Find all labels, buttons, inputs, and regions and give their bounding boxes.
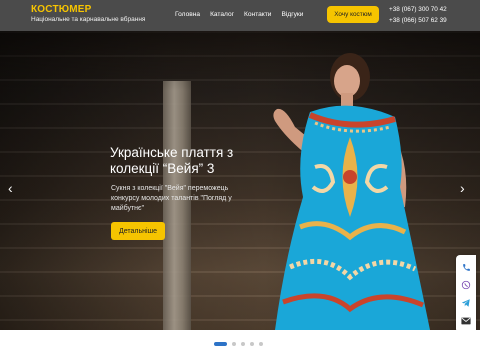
email-icon[interactable] [460,315,472,327]
logo-title[interactable]: КОСТЮМЕР [31,4,92,15]
phone-list: +38 (067) 300 70 42 +38 (066) 507 62 39 [389,4,447,26]
model-photo [273,53,430,330]
telegram-icon[interactable] [460,297,472,309]
slide-description: Сукня з колекції "Вейя" переможець конку… [111,185,232,212]
phone-number-2[interactable]: +38 (066) 507 62 39 [389,15,447,26]
hero-slider: Українське плаття з колекції “Вейя” 3 Су… [0,31,480,330]
phone-number-1[interactable]: +38 (067) 300 70 42 [389,4,447,15]
carousel-dots [214,342,263,346]
nav-item-contacts[interactable]: Контакти [244,11,271,18]
phone-icon[interactable] [460,261,472,273]
nav-item-home[interactable]: Головна [175,11,200,18]
details-button[interactable]: Детальніше [111,222,165,240]
carousel-dot[interactable] [214,342,227,346]
next-slide-icon[interactable]: › [460,181,465,195]
slide-title-line-1: Українське плаття з [110,145,234,160]
carousel-dot[interactable] [259,342,263,346]
logo-subtitle: Національне та карнавальне вбрання [31,16,146,23]
want-costume-button[interactable]: Хочу костюм [327,6,379,23]
nav-item-catalog[interactable]: Каталог [210,11,234,18]
carousel-dot[interactable] [241,342,245,346]
slide-title: Українське плаття з колекції “Вейя” 3 [110,145,280,177]
nav-item-reviews[interactable]: Відгуки [281,11,303,18]
viber-icon[interactable] [460,279,472,291]
carousel-pagination [0,330,480,360]
prev-slide-icon[interactable]: ‹ [8,181,13,195]
carousel-dot[interactable] [250,342,254,346]
slide-title-line-2: колекції “Вейя” 3 [110,161,215,176]
main-nav: Головна Каталог Контакти Відгуки [175,11,313,18]
contact-panel [456,255,476,333]
site-header: КОСТЮМЕР Національне та карнавальне вбра… [0,0,480,31]
carousel-dot[interactable] [232,342,236,346]
